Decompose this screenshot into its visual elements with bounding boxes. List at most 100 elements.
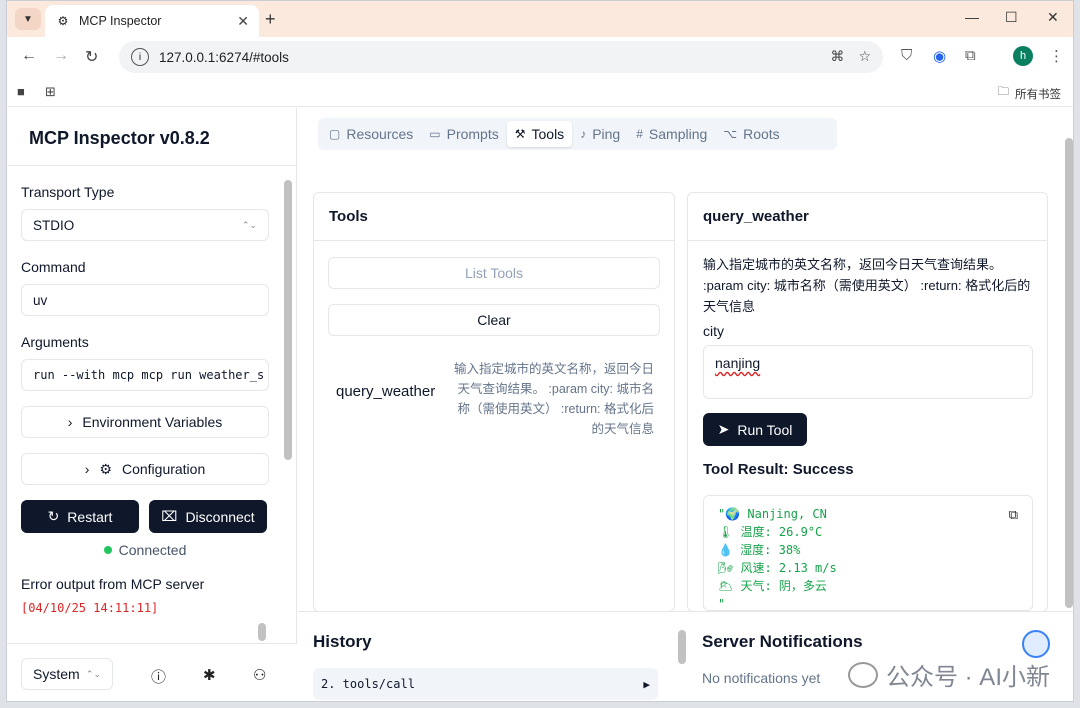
run-tool-button[interactable]: ➤ Run Tool — [703, 413, 807, 446]
tool-detail-card: query_weather 输入指定城市的英文名称，返回今日天气查询结果。 :p… — [687, 192, 1048, 612]
select-arrows-icon: ⌃⌄ — [85, 668, 101, 679]
tool-description: 输入指定城市的英文名称，返回今日天气查询结果。 :param city: 城市名… — [453, 362, 654, 436]
browser-window: ▼ ⚙ MCP Inspector ✕ + — ☐ ✕ ← → ↻ i 127.… — [6, 0, 1074, 702]
city-label: city — [703, 323, 724, 339]
tab-tools[interactable]: ⚒ Tools — [506, 121, 573, 147]
result-line: 🌬 风速: 2.13 m/s — [718, 561, 837, 575]
tree-icon: ⌥ — [723, 127, 738, 141]
mcp-favicon-icon: ⚙ — [57, 14, 69, 28]
command-input[interactable]: uv — [21, 284, 269, 316]
main-panel: ▢ Resources ▭ Prompts ⚒ Tools ♪ Ping # Sampli… — [298, 108, 1073, 701]
result-line: 💧 湿度: 38% — [718, 543, 801, 557]
extension-e-icon[interactable]: ◉ — [933, 47, 946, 65]
tool-list-item[interactable]: query_weather 输入指定城市的英文名称，返回今日天气查询结果。 :p… — [336, 359, 656, 439]
restart-button[interactable]: ↻ Restart — [21, 500, 139, 533]
error-scrollbar[interactable] — [258, 623, 266, 641]
message-icon: ▭ — [429, 127, 441, 141]
send-icon: ➤ — [717, 421, 730, 437]
menu-kebab-icon[interactable]: ⋮ — [1049, 47, 1064, 65]
arguments-input[interactable]: run --with mcp mcp run weather_s — [21, 359, 269, 391]
tab-ping[interactable]: ♪ Ping — [572, 121, 628, 147]
expand-triangle-icon[interactable]: ▶ — [643, 678, 650, 691]
history-title: History — [313, 632, 372, 651]
sidebar-scrollbar[interactable] — [284, 180, 292, 460]
reload-icon[interactable]: ↻ — [85, 47, 98, 67]
configuration-button[interactable]: › ⚙ Configuration — [21, 453, 269, 485]
tab-resources[interactable]: ▢ Resources — [321, 121, 421, 147]
tab-bar: ▼ ⚙ MCP Inspector ✕ + — ☐ ✕ — [7, 1, 1073, 37]
wechat-logo-icon — [847, 661, 878, 688]
mcp-inspector-app: MCP Inspector v0.8.2 Transport Type STDI… — [7, 108, 1073, 701]
main-scrollbar[interactable] — [1065, 138, 1073, 608]
help-icon[interactable]: ⓘ — [151, 666, 166, 687]
history-item[interactable]: 2. tools/call ▶ — [313, 668, 658, 700]
chevron-right-icon: › — [84, 461, 90, 477]
unplug-icon: ⌧ — [161, 508, 178, 524]
profile-avatar[interactable]: h — [1013, 46, 1033, 66]
browser-toolbar: ← → ↻ i 127.0.0.1:6274/#tools ⌘ ☆ ⛉ ◉ ⧉ … — [7, 37, 1073, 77]
transport-label: Transport Type — [21, 184, 115, 200]
tab-roots[interactable]: ⌥ Roots — [715, 121, 787, 147]
connection-settings: Transport Type STDIO ⌃⌄ Command uv Argum… — [7, 166, 287, 643]
tab-search-chevron-icon[interactable]: ▼ — [15, 8, 41, 30]
close-window-icon[interactable]: ✕ — [1047, 9, 1059, 26]
maximize-icon[interactable]: ☐ — [1005, 9, 1018, 26]
browser-tab[interactable]: ⚙ MCP Inspector ✕ — [45, 5, 259, 37]
command-label: Command — [21, 259, 86, 275]
history-scrollbar[interactable] — [678, 630, 686, 664]
city-input[interactable]: nanjing — [703, 345, 1033, 399]
error-output-line: [04/10/25 14:11:11] — [21, 601, 159, 615]
error-output-label: Error output from MCP server — [21, 576, 205, 592]
tool-detail-description: 输入指定城市的英文名称，返回今日天气查询结果。 :param city: 城市名… — [703, 257, 1031, 314]
extensions-puzzle-icon[interactable]: ⧉ — [965, 47, 976, 64]
tab-prompts[interactable]: ▭ Prompts — [421, 121, 506, 147]
close-tab-icon[interactable]: ✕ — [237, 13, 249, 30]
result-line: 🌥 天气: 阴，多云 — [718, 579, 827, 593]
translate-icon[interactable]: ⌘ — [830, 48, 844, 65]
select-arrows-icon: ⌃⌄ — [241, 219, 257, 230]
sidebar-footer: System ⌃⌄ ⓘ ✱ ⚇ — [7, 643, 297, 701]
tools-title: Tools — [314, 193, 674, 241]
file-icon: ▢ — [329, 127, 341, 141]
bookmark-square-icon[interactable]: ■ — [17, 84, 25, 99]
transport-select[interactable]: STDIO ⌃⌄ — [21, 209, 269, 241]
tab-sampling[interactable]: # Sampling — [628, 121, 715, 147]
watermark: 公众号 · AI小新 — [847, 657, 1050, 692]
clear-button[interactable]: Clear — [328, 304, 660, 336]
connection-status: Connected — [21, 542, 269, 558]
status-dot — [103, 546, 112, 554]
copy-icon[interactable]: ⧉ — [1009, 506, 1018, 526]
site-info-icon[interactable]: i — [131, 48, 149, 66]
url-text: 127.0.0.1:6274/#tools — [159, 49, 289, 65]
floating-assistant-icon[interactable] — [1022, 630, 1050, 658]
notifications-title: Server Notifications — [702, 632, 863, 651]
github-icon[interactable]: ⚇ — [253, 666, 266, 684]
chevron-right-icon: › — [67, 414, 73, 430]
all-bookmarks[interactable]: 🗀 所有书签 — [998, 84, 1062, 103]
hash-icon: # — [636, 127, 643, 141]
tool-result-box: "🌍 Nanjing, CN 🌡 温度: 26.9°C 💧 湿度: 38% 🌬 … — [703, 495, 1033, 611]
list-tools-button[interactable]: List Tools — [328, 257, 660, 289]
apps-grid-icon[interactable]: ⊞ — [45, 84, 56, 100]
result-line: "🌍 Nanjing, CN — [718, 507, 827, 521]
forward-icon[interactable]: → — [53, 47, 69, 65]
new-tab-icon[interactable]: + — [265, 9, 276, 30]
env-variables-button[interactable]: › Environment Variables — [21, 406, 269, 438]
bookmark-star-icon[interactable]: ☆ — [858, 48, 871, 65]
disconnect-button[interactable]: ⌧ Disconnect — [149, 500, 267, 533]
bug-icon[interactable]: ✱ — [203, 666, 216, 684]
bell-icon: ♪ — [580, 127, 587, 141]
sidebar: MCP Inspector v0.8.2 Transport Type STDI… — [7, 108, 297, 701]
theme-select[interactable]: System ⌃⌄ — [21, 658, 113, 690]
back-icon[interactable]: ← — [21, 47, 37, 65]
notifications-empty: No notifications yet — [702, 670, 821, 686]
gear-icon: ⚙ — [99, 460, 112, 477]
result-line: " — [718, 597, 726, 611]
tool-detail-title: query_weather — [688, 193, 1047, 241]
tools-card: Tools List Tools Clear query_weather 输入指… — [313, 192, 675, 612]
app-title: MCP Inspector v0.8.2 — [7, 108, 296, 166]
minimize-icon[interactable]: — — [965, 9, 979, 25]
tabs-bar: ▢ Resources ▭ Prompts ⚒ Tools ♪ Ping # Sampli… — [318, 118, 837, 150]
shield-extension-icon[interactable]: ⛉ — [901, 47, 912, 64]
address-bar[interactable]: i 127.0.0.1:6274/#tools ⌘ ☆ — [119, 41, 883, 73]
